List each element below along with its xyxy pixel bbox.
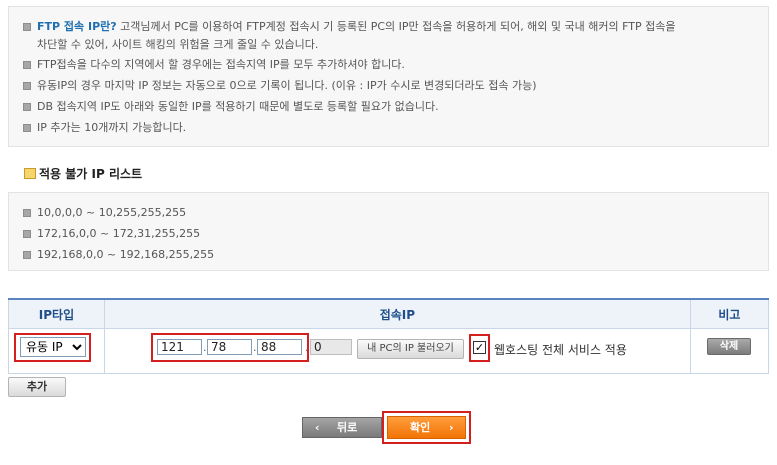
notice-line-1-cont: 차단할 수 있어, 사이트 해킹의 위험을 크게 줄일 수 있습니다.	[37, 38, 319, 51]
ip-dot: .	[305, 341, 309, 354]
add-button[interactable]: 추가	[8, 377, 66, 397]
folder-icon	[24, 168, 36, 179]
ip-octet-2[interactable]	[207, 339, 252, 355]
bullet-icon	[23, 124, 31, 132]
blocked-item-text: 172,16,0,0 ~ 172,31,255,255	[37, 227, 201, 240]
table-header-row: IP타입 접속IP 비고	[8, 298, 770, 329]
webhosting-label: 웹호스팅 전체 서비스 적용	[494, 343, 627, 357]
back-button[interactable]: ‹ 뒤로	[302, 417, 382, 438]
blocked-item-text: 10,0,0,0 ~ 10,255,255,255	[37, 206, 187, 219]
notice-line-4: DB 접속지역 IP도 아래와 동일한 IP를 적용하기 때문에 별도로 등록할…	[23, 98, 439, 114]
blocked-item: 10,0,0,0 ~ 10,255,255,255	[23, 206, 186, 219]
back-button-label: 뒤로	[337, 421, 358, 434]
ip-table: IP타입 접속IP 비고	[8, 298, 770, 374]
notice-line-1: FTP 접속 IP란? 고객님께서 PC를 이용하여 FTP계정 접속시 기 등…	[23, 18, 675, 34]
ip-dot: .	[203, 341, 207, 354]
delete-button[interactable]: 삭제	[707, 338, 751, 355]
webhosting-checkbox[interactable]: ✓	[473, 341, 486, 354]
ip-dot: .	[253, 341, 257, 354]
bullet-icon	[23, 82, 31, 90]
ok-button[interactable]: 확인 ›	[387, 416, 466, 439]
blocked-list-box: 10,0,0,0 ~ 10,255,255,255 172,16,0,0 ~ 1…	[8, 192, 769, 271]
load-pc-ip-button[interactable]: 내 PC의 IP 불러오기	[357, 339, 464, 359]
notice-heading: FTP 접속 IP란?	[37, 20, 117, 33]
notice-line-5: IP 추가는 10개까지 가능합니다.	[23, 119, 186, 135]
blocked-list-title: 적용 불가 IP 리스트	[24, 165, 142, 182]
notice-text: IP 추가는 10개까지 가능합니다.	[37, 121, 187, 134]
blocked-title-text: 적용 불가 IP 리스트	[39, 167, 143, 181]
blocked-item: 192,168,0,0 ~ 192,168,255,255	[23, 248, 214, 261]
bullet-icon	[23, 209, 31, 217]
ok-button-label: 확인	[410, 421, 431, 434]
notice-line-2: FTP접속을 다수의 지역에서 할 경우에는 접속지역 IP를 모두 추가하셔야…	[23, 56, 405, 72]
header-note: 비고	[689, 298, 770, 329]
iptype-select[interactable]: 유동 IP	[20, 337, 86, 357]
bullet-icon	[23, 23, 31, 31]
bullet-icon	[23, 230, 31, 238]
notice-text: 유동IP의 경우 마지막 IP 정보는 자동으로 0으로 기록이 됩니다. (이…	[37, 79, 537, 92]
blocked-item: 172,16,0,0 ~ 172,31,255,255	[23, 227, 200, 240]
chevron-right-icon: ›	[449, 421, 454, 434]
header-iptype: IP타입	[8, 298, 105, 329]
bullet-icon	[23, 103, 31, 111]
header-ip: 접속IP	[103, 298, 691, 329]
notice-text: DB 접속지역 IP도 아래와 동일한 IP를 적용하기 때문에 별도로 등록할…	[37, 100, 439, 113]
bullet-icon	[23, 251, 31, 259]
ip-octet-3[interactable]	[257, 339, 302, 355]
notice-box: FTP 접속 IP란? 고객님께서 PC를 이용하여 FTP계정 접속시 기 등…	[8, 6, 769, 147]
bullet-icon	[23, 61, 31, 69]
notice-text: FTP접속을 다수의 지역에서 할 경우에는 접속지역 IP를 모두 추가하셔야…	[37, 58, 405, 71]
ip-octet-4	[310, 339, 352, 355]
blocked-item-text: 192,168,0,0 ~ 192,168,255,255	[37, 248, 215, 261]
chevron-left-icon: ‹	[315, 421, 320, 434]
notice-line-3: 유동IP의 경우 마지막 IP 정보는 자동으로 0으로 기록이 됩니다. (이…	[23, 77, 537, 93]
ip-octet-1[interactable]	[157, 339, 202, 355]
notice-text: 고객님께서 PC를 이용하여 FTP계정 접속시 기 등록된 PC의 IP만 접…	[116, 20, 676, 33]
